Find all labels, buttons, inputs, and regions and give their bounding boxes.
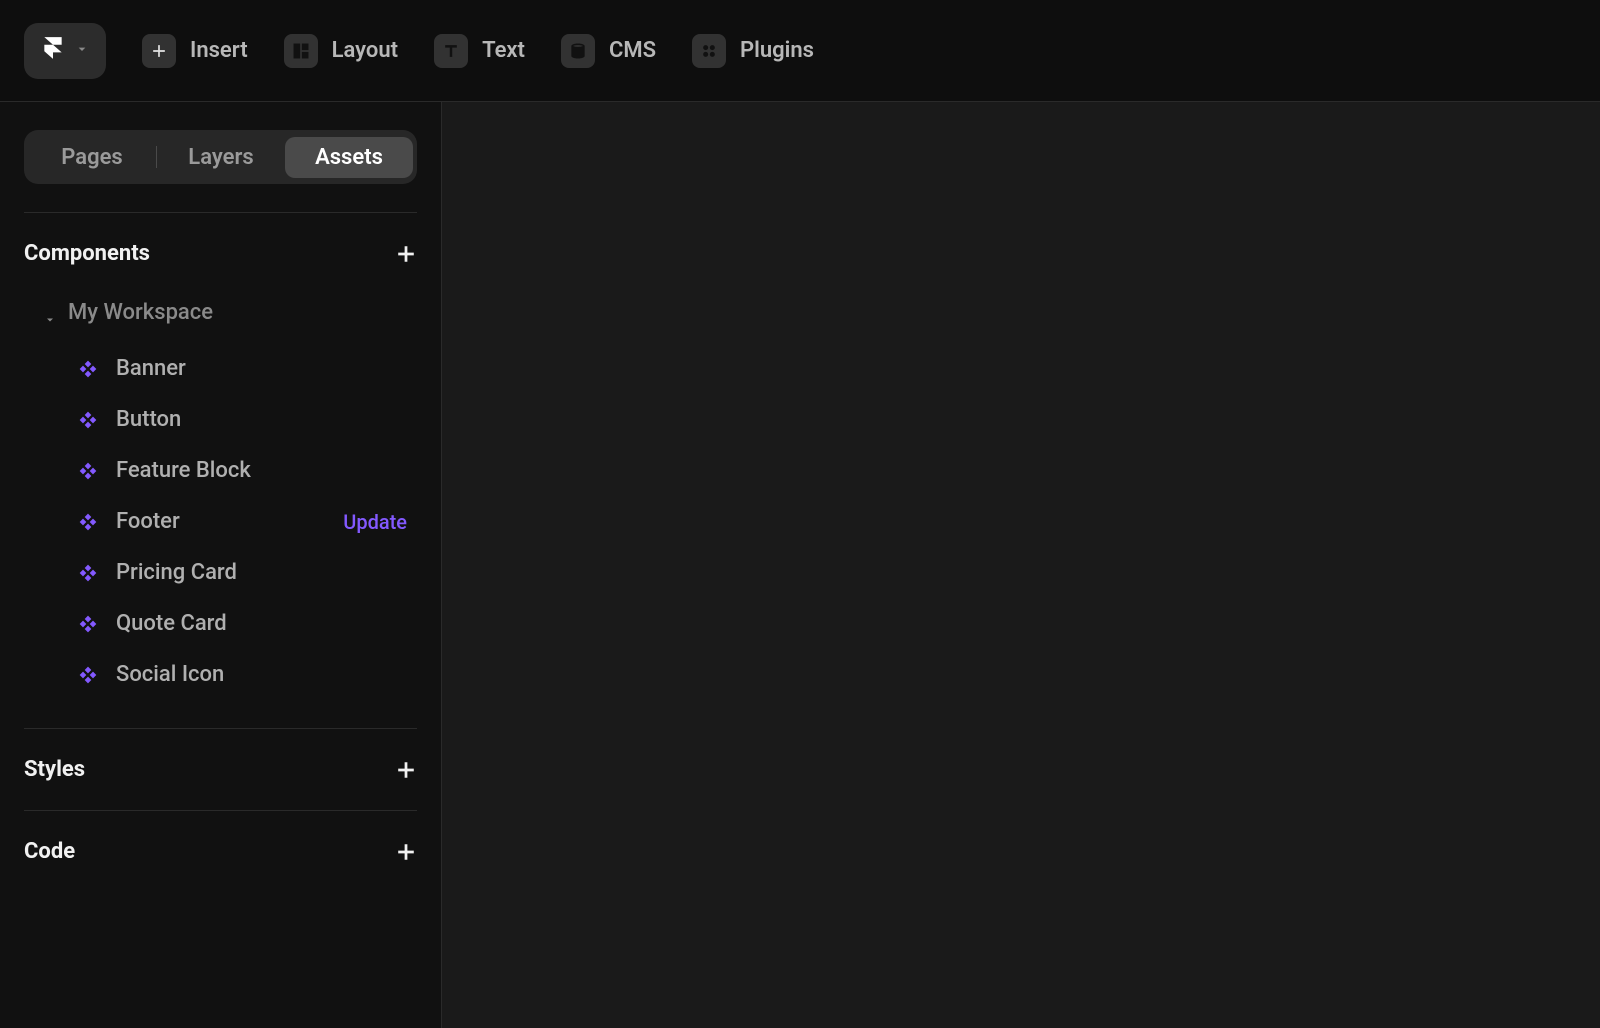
toolbar-label: Plugins <box>740 38 814 63</box>
plugins-icon <box>692 34 726 68</box>
left-sidebar: Pages Layers Assets Components My Worksp… <box>0 102 442 1028</box>
component-item[interactable]: Pricing Card <box>24 547 417 598</box>
text-icon <box>434 34 468 68</box>
component-item[interactable]: Feature Block <box>24 445 417 496</box>
section-header-code: Code <box>24 839 417 864</box>
app-menu-button[interactable] <box>24 23 106 79</box>
toolbar-label: Insert <box>190 38 248 63</box>
component-list: Banner Button Feature Block Footer Update Pri… <box>24 343 417 700</box>
component-item[interactable]: Button <box>24 394 417 445</box>
component-name: Banner <box>116 356 186 381</box>
caret-down-icon <box>44 307 56 319</box>
canvas-area[interactable] <box>442 102 1600 1028</box>
component-name: Social Icon <box>116 662 224 687</box>
tab-assets[interactable]: Assets <box>285 137 413 178</box>
component-name: Footer <box>116 509 180 534</box>
component-icon <box>78 665 98 685</box>
toolbar-item-cms[interactable]: CMS <box>561 34 656 68</box>
toolbar-item-insert[interactable]: Insert <box>142 34 248 68</box>
divider <box>24 728 417 729</box>
add-code-button[interactable] <box>395 841 417 863</box>
component-name: Button <box>116 407 181 432</box>
divider <box>24 810 417 811</box>
component-icon <box>78 461 98 481</box>
workspace-folder[interactable]: My Workspace <box>24 300 417 325</box>
component-item[interactable]: Footer Update <box>24 496 417 547</box>
section-title: Code <box>24 839 75 864</box>
tab-layers[interactable]: Layers <box>157 137 285 178</box>
section-header-styles: Styles <box>24 757 417 782</box>
tab-pages[interactable]: Pages <box>28 137 156 178</box>
database-icon <box>561 34 595 68</box>
component-item[interactable]: Social Icon <box>24 649 417 700</box>
component-item[interactable]: Banner <box>24 343 417 394</box>
section-header-components: Components <box>24 241 417 266</box>
component-name: Quote Card <box>116 611 227 636</box>
toolbar-item-layout[interactable]: Layout <box>284 34 398 68</box>
component-item[interactable]: Quote Card <box>24 598 417 649</box>
component-icon <box>78 563 98 583</box>
top-toolbar: Insert Layout Text CMS Plugins <box>0 0 1600 102</box>
section-title: Styles <box>24 757 85 782</box>
component-icon <box>78 359 98 379</box>
framer-logo-icon <box>40 35 66 67</box>
plus-square-icon <box>142 34 176 68</box>
add-component-button[interactable] <box>395 243 417 265</box>
chevron-down-icon <box>74 38 90 63</box>
add-style-button[interactable] <box>395 759 417 781</box>
main-split: Pages Layers Assets Components My Worksp… <box>0 102 1600 1028</box>
workspace-label: My Workspace <box>68 300 213 325</box>
section-title: Components <box>24 241 150 266</box>
component-name: Pricing Card <box>116 560 237 585</box>
component-icon <box>78 410 98 430</box>
divider <box>24 212 417 213</box>
toolbar-item-plugins[interactable]: Plugins <box>692 34 814 68</box>
layout-icon <box>284 34 318 68</box>
sidebar-tabs: Pages Layers Assets <box>24 130 417 184</box>
toolbar-label: Text <box>482 38 525 63</box>
component-icon <box>78 512 98 532</box>
component-name: Feature Block <box>116 458 251 483</box>
component-icon <box>78 614 98 634</box>
toolbar-label: CMS <box>609 38 656 63</box>
update-link[interactable]: Update <box>343 510 417 534</box>
toolbar-label: Layout <box>332 38 398 63</box>
toolbar-item-text[interactable]: Text <box>434 34 525 68</box>
